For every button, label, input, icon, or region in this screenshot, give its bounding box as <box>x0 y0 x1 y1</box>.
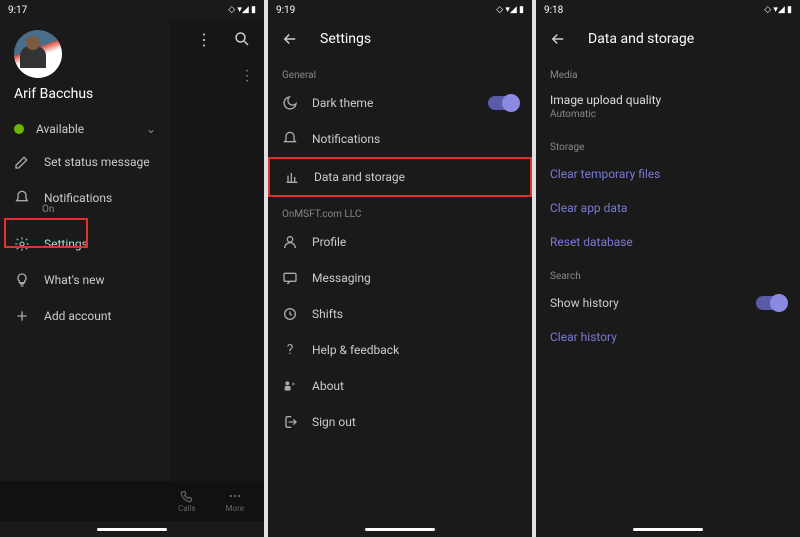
moon-icon <box>282 95 298 111</box>
show-history-label: Show history <box>550 296 619 310</box>
home-indicator[interactable] <box>536 521 800 537</box>
signout-label: Sign out <box>312 415 356 429</box>
section-org: OnMSFT.com LLC <box>268 197 532 224</box>
username: Arif Bacchus <box>14 86 170 102</box>
nav-more[interactable]: More <box>226 489 244 513</box>
settings-item[interactable]: Settings <box>0 226 170 262</box>
status-icons: ◇ ▾◢ ▮ <box>764 5 792 15</box>
notifications-label: Notifications <box>44 191 112 205</box>
clock-icon <box>282 306 298 322</box>
header: Data and storage <box>536 20 800 58</box>
add-account-label: Add account <box>44 309 111 323</box>
profile-item[interactable]: Profile <box>268 224 532 260</box>
more-vert-icon[interactable]: ⋮ <box>194 29 214 49</box>
data-storage-label: Data and storage <box>314 170 405 184</box>
upload-quality-sub: Automatic <box>536 109 800 130</box>
search-icon[interactable] <box>232 29 252 49</box>
dark-theme-label: Dark theme <box>312 96 373 110</box>
bulb-icon <box>14 272 30 288</box>
notifications-item[interactable]: Notifications On <box>0 180 170 226</box>
presence-dot-icon <box>14 124 24 134</box>
gear-icon <box>14 236 30 252</box>
status-icons: ◇ ▾◢ ▮ <box>228 5 256 15</box>
edit-icon <box>14 154 30 170</box>
messaging-item[interactable]: Messaging <box>268 260 532 296</box>
screen-profile-menu: 9:17 ◇ ▾◢ ▮ Arif Bacchus Available ⌄ Set… <box>0 0 264 537</box>
teams-icon <box>282 378 298 394</box>
screen-settings: 9:19 ◇ ▾◢ ▮ Settings General Dark theme … <box>268 0 532 537</box>
dark-theme-toggle[interactable] <box>488 96 518 110</box>
bell-icon <box>14 190 30 206</box>
page-title: Settings <box>320 31 371 47</box>
clock: 9:19 <box>276 5 295 16</box>
header: Settings <box>268 20 532 58</box>
clear-app-data-item[interactable]: Clear app data <box>536 191 800 225</box>
status-bar: 9:18 ◇ ▾◢ ▮ <box>536 0 800 20</box>
screen-data-storage: 9:18 ◇ ▾◢ ▮ Data and storage Media Image… <box>536 0 800 537</box>
person-icon <box>282 234 298 250</box>
page-title: Data and storage <box>588 31 694 47</box>
clock: 9:18 <box>544 5 563 16</box>
about-item[interactable]: About <box>268 368 532 404</box>
plus-icon <box>14 308 30 324</box>
whats-new-item[interactable]: What's new <box>0 262 170 298</box>
section-media: Media <box>536 58 800 85</box>
back-icon[interactable] <box>548 29 568 49</box>
chart-icon <box>284 169 300 185</box>
reset-db-item[interactable]: Reset database <box>536 225 800 259</box>
shifts-item[interactable]: Shifts <box>268 296 532 332</box>
bell-icon <box>282 131 298 147</box>
about-label: About <box>312 379 344 393</box>
status-icons: ◇ ▾◢ ▮ <box>496 5 524 15</box>
signout-icon <box>282 414 298 430</box>
bottom-nav: Calls More <box>0 481 264 521</box>
chat-icon <box>282 270 298 286</box>
data-storage-item[interactable]: Data and storage <box>268 157 532 197</box>
set-status-label: Set status message <box>44 155 150 169</box>
show-history-item[interactable]: Show history <box>536 286 800 320</box>
set-status-item[interactable]: Set status message <box>0 144 170 180</box>
back-icon[interactable] <box>280 29 300 49</box>
notifications-item[interactable]: Notifications <box>268 121 532 157</box>
clear-temp-item[interactable]: Clear temporary files <box>536 157 800 191</box>
dark-theme-item[interactable]: Dark theme <box>268 85 532 121</box>
section-storage: Storage <box>536 130 800 157</box>
question-icon: ? <box>282 342 298 358</box>
presence-row[interactable]: Available ⌄ <box>0 114 170 144</box>
help-label: Help & feedback <box>312 343 399 357</box>
messaging-label: Messaging <box>312 271 371 285</box>
show-history-toggle[interactable] <box>756 296 786 310</box>
chevron-down-icon: ⌄ <box>146 122 156 136</box>
clear-history-item[interactable]: Clear history <box>536 320 800 354</box>
section-search: Search <box>536 259 800 286</box>
notifications-sub: On <box>42 204 54 215</box>
content-more-icon[interactable]: ⋮ <box>170 58 264 94</box>
status-bar: 9:17 ◇ ▾◢ ▮ <box>0 0 264 20</box>
avatar[interactable] <box>14 30 62 78</box>
notifications-label: Notifications <box>312 132 380 146</box>
whats-new-label: What's new <box>44 273 105 287</box>
presence-label: Available <box>36 122 84 136</box>
profile-label: Profile <box>312 235 346 249</box>
clock: 9:17 <box>8 5 27 16</box>
signout-item[interactable]: Sign out <box>268 404 532 440</box>
nav-calls[interactable]: Calls <box>178 489 196 513</box>
status-bar: 9:19 ◇ ▾◢ ▮ <box>268 0 532 20</box>
shifts-label: Shifts <box>312 307 343 321</box>
add-account-item[interactable]: Add account <box>0 298 170 334</box>
home-indicator[interactable] <box>0 521 264 537</box>
upload-quality-item[interactable]: Image upload quality <box>536 85 800 109</box>
home-indicator[interactable] <box>268 521 532 537</box>
section-general: General <box>268 58 532 85</box>
settings-label: Settings <box>44 237 88 251</box>
help-item[interactable]: ? Help & feedback <box>268 332 532 368</box>
